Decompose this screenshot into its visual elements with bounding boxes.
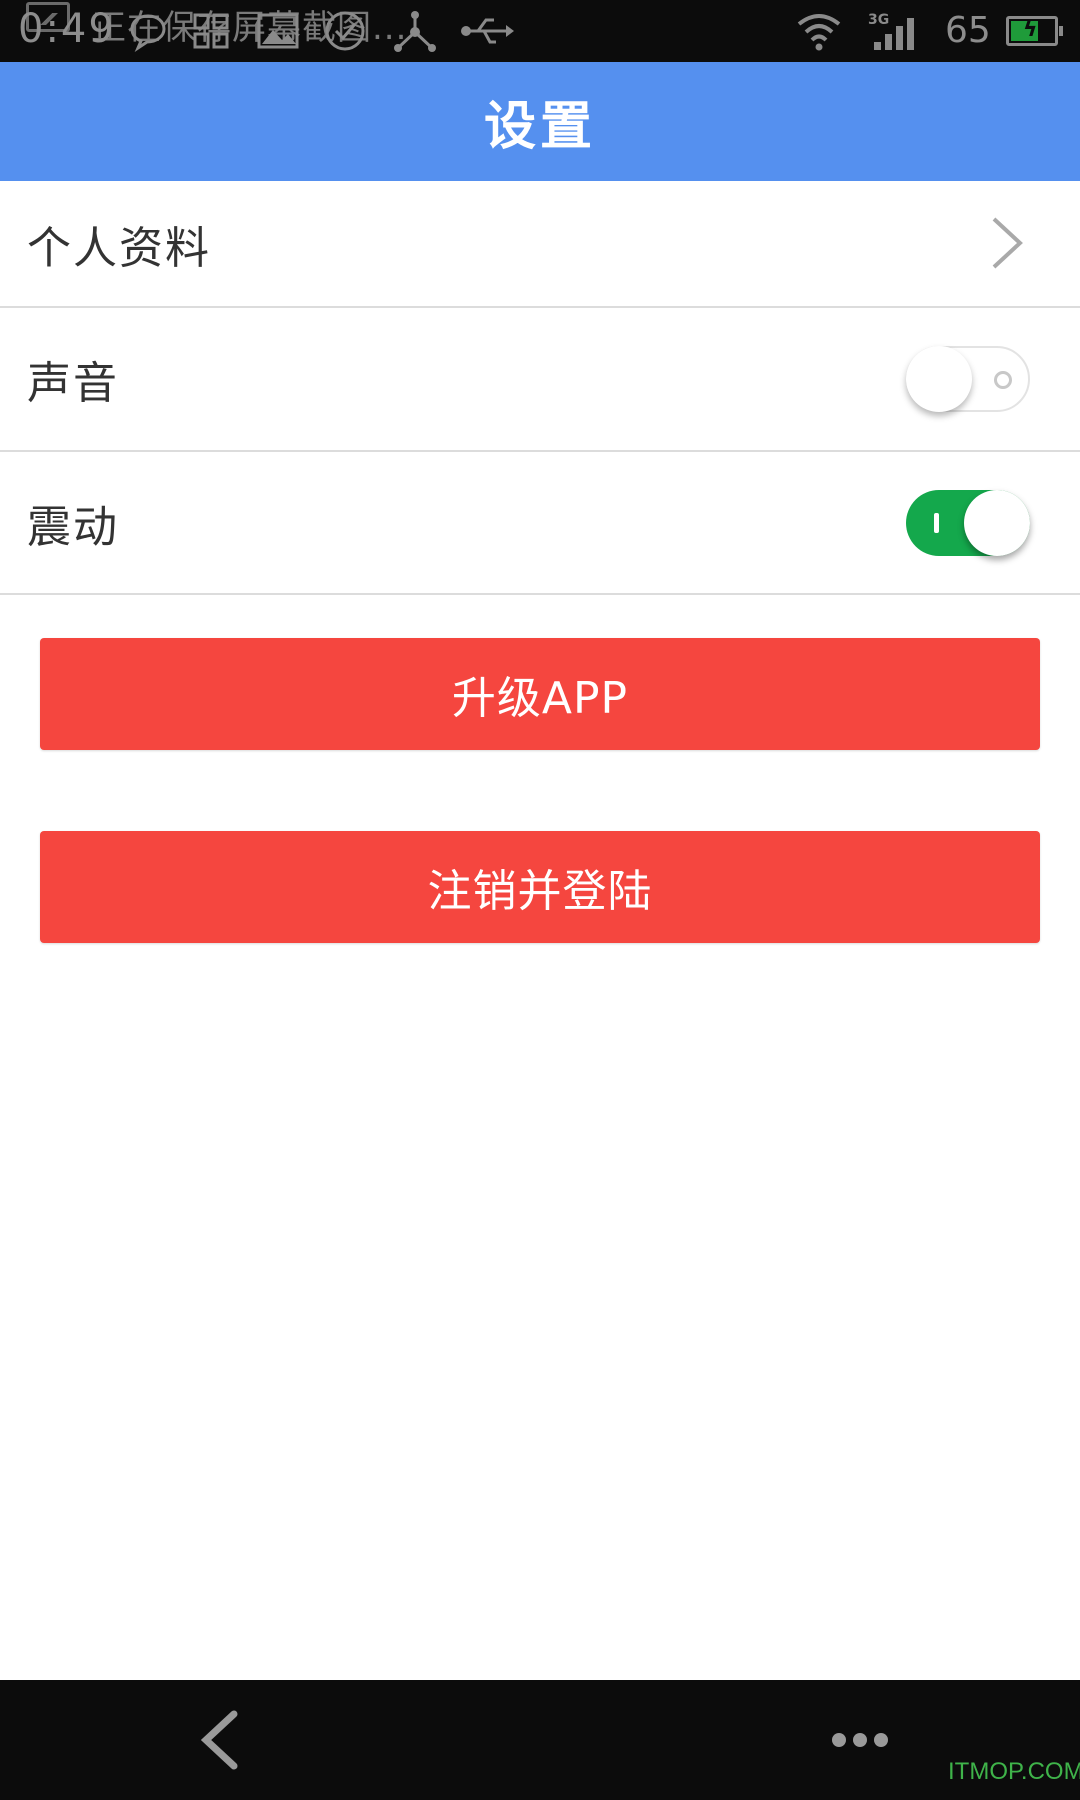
toggle-off-mark-icon bbox=[994, 371, 1012, 389]
toggle-on-mark-icon bbox=[934, 512, 939, 533]
more-dots-icon[interactable] bbox=[830, 1730, 890, 1750]
chat-bubble-icon bbox=[130, 14, 166, 52]
signal-bars-icon bbox=[874, 18, 914, 50]
page-title: 设置 bbox=[483, 97, 596, 157]
app-header: 设置 bbox=[0, 62, 1080, 181]
wifi-icon bbox=[797, 14, 841, 51]
watermark: ITMOP.COM bbox=[948, 1758, 1080, 1785]
sound-toggle[interactable] bbox=[906, 346, 1030, 412]
profile-label: 个人资料 bbox=[27, 222, 211, 274]
upgrade-app-label: 升级APP bbox=[451, 673, 629, 724]
battery-percent: 65 bbox=[945, 10, 991, 51]
settings-row-vibrate: 震动 bbox=[0, 452, 1080, 595]
sound-label: 声音 bbox=[27, 358, 119, 409]
apps-grid-icon bbox=[193, 13, 229, 49]
back-arrow-icon[interactable] bbox=[196, 1710, 246, 1770]
settings-row-sound: 声音 bbox=[0, 308, 1080, 452]
status-time: 0:49 bbox=[18, 6, 116, 52]
charging-bolt-icon: ϟ bbox=[1023, 17, 1038, 42]
vibrate-label: 震动 bbox=[27, 501, 119, 553]
chevron-right-icon bbox=[992, 217, 1023, 269]
share-nodes-icon bbox=[394, 11, 436, 52]
logout-login-label: 注销并登陆 bbox=[427, 866, 653, 917]
upgrade-app-button[interactable]: 升级APP bbox=[40, 638, 1040, 750]
image-icon bbox=[257, 13, 299, 49]
usb-icon bbox=[461, 18, 514, 44]
navigation-bar bbox=[0, 1680, 1080, 1800]
settings-row-profile[interactable]: 个人资料 bbox=[0, 181, 1080, 308]
battery-charging-icon: ϟ bbox=[1006, 16, 1063, 46]
check-circle-icon bbox=[325, 11, 365, 51]
vibrate-toggle[interactable] bbox=[906, 489, 1030, 556]
toggle-knob bbox=[964, 489, 1030, 556]
logout-login-button[interactable]: 注销并登陆 bbox=[40, 831, 1040, 943]
toggle-knob bbox=[906, 346, 972, 412]
status-bar: 正在保存屏幕截图... 0:49 3G 65 ϟ bbox=[0, 0, 1080, 62]
